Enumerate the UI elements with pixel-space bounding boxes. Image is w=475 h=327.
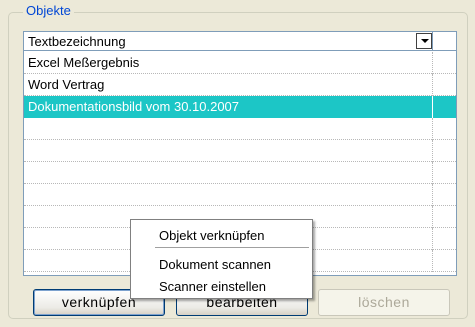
list-item[interactable] <box>24 162 456 184</box>
menu-item-scan-document[interactable]: Dokument scannen <box>159 257 271 272</box>
list-item[interactable] <box>24 140 456 162</box>
list-item-text: Excel Meßergebnis <box>28 55 140 70</box>
list-item-text: Dokumentationsbild vom 30.10.2007 <box>24 96 432 118</box>
objects-group-legend: Objekte <box>23 3 74 18</box>
column-header[interactable]: Textbezeichnung <box>24 32 432 51</box>
menu-item-scanner-settings[interactable]: Scanner einstellen <box>159 279 266 294</box>
menu-separator <box>155 247 309 248</box>
chevron-down-icon <box>421 39 429 43</box>
column-dropdown-button[interactable] <box>416 33 432 49</box>
list-item[interactable]: Word Vertrag <box>24 74 456 96</box>
menu-item-link-object[interactable]: Objekt verknüpfen <box>159 228 265 243</box>
delete-button[interactable]: löschen <box>318 289 450 316</box>
list-item-text <box>24 162 432 184</box>
list-item[interactable]: Excel Meßergebnis <box>24 52 456 74</box>
list-item-selected[interactable]: Dokumentationsbild vom 30.10.2007 <box>24 96 456 118</box>
list-item-text <box>24 118 432 140</box>
list-item-text <box>24 184 432 206</box>
context-menu: Objekt verknüpfen Dokument scannen Scann… <box>130 219 313 299</box>
list-item-text: Word Vertrag <box>28 77 105 92</box>
column-header-extra <box>432 32 456 51</box>
list-item[interactable] <box>24 184 456 206</box>
column-header-label: Textbezeichnung <box>28 34 126 49</box>
list-item-text <box>24 140 432 162</box>
list-item[interactable] <box>24 118 456 140</box>
